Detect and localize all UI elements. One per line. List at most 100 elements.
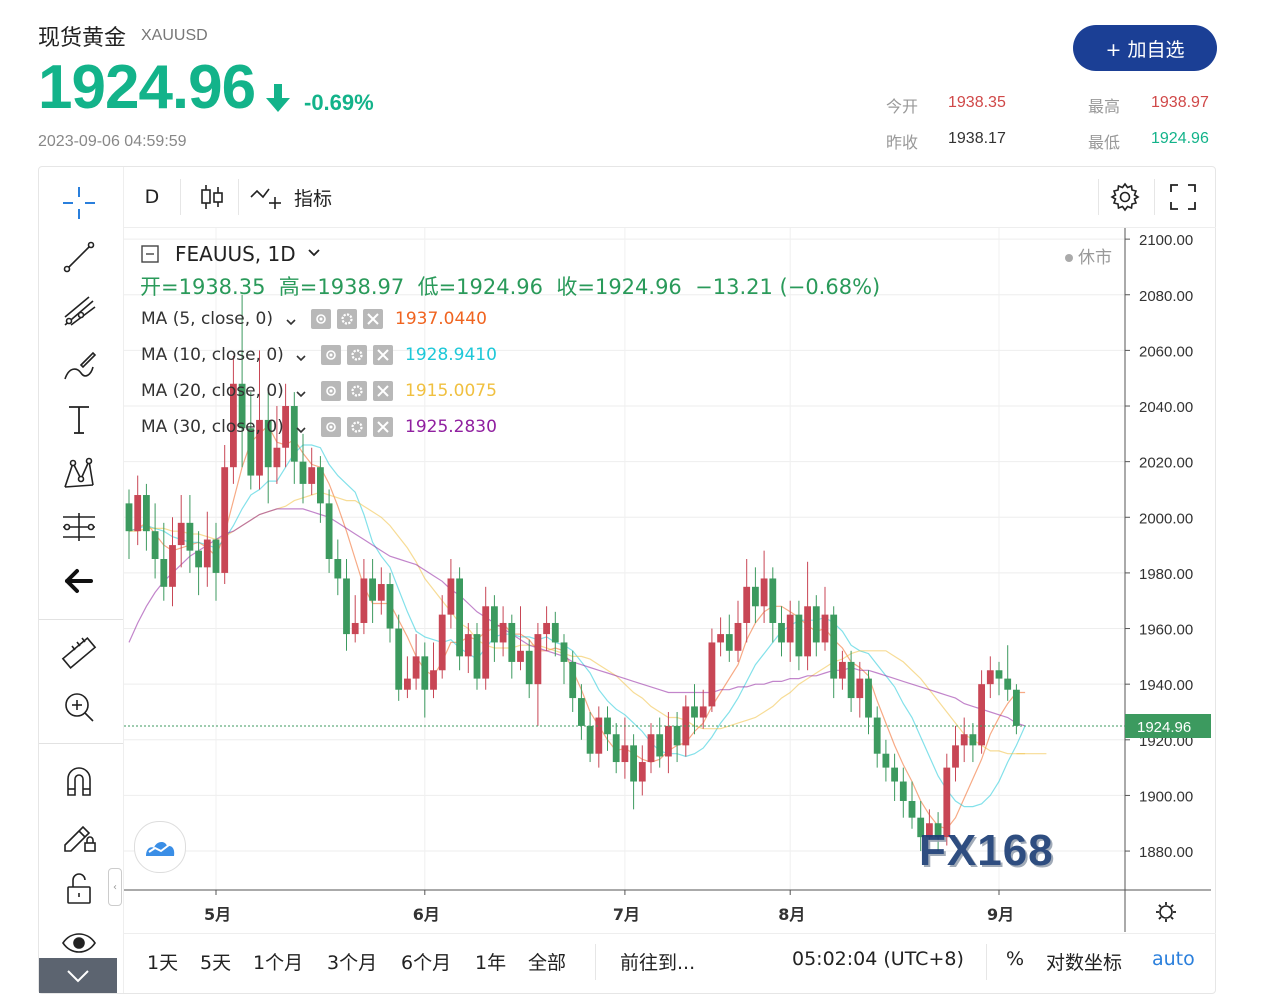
candle (717, 617, 724, 657)
candle-body (482, 606, 490, 679)
candle (508, 614, 516, 679)
goto-date-button[interactable]: 前往到... (620, 948, 695, 975)
candle-body (586, 725, 594, 754)
candle-body (177, 522, 185, 546)
back-arrow-icon[interactable] (55, 561, 103, 601)
candle (473, 622, 481, 690)
candle-body (725, 634, 733, 651)
candle (604, 706, 611, 751)
trend-line-icon[interactable] (55, 237, 103, 277)
collapse-left-icon[interactable]: ‹ (108, 868, 122, 906)
auto-scale-button[interactable]: auto (1152, 948, 1195, 970)
range-5d[interactable]: 5天 (200, 948, 231, 975)
candle-body (952, 745, 959, 768)
candle (812, 595, 820, 657)
candle (412, 634, 420, 690)
candle-body (812, 606, 820, 643)
ma-chevron-down-icon[interactable] (295, 421, 307, 440)
crosshair-icon[interactable] (55, 183, 103, 223)
chart-logo-icon[interactable] (134, 821, 186, 873)
ma-chevron-down-icon[interactable] (295, 349, 307, 368)
log-scale-button[interactable]: 对数坐标 (1046, 948, 1122, 975)
ma-remove-icon[interactable] (373, 345, 393, 369)
zoom-in-icon[interactable] (55, 687, 103, 727)
magnet-icon[interactable] (55, 761, 103, 801)
ma-visibility-icon[interactable] (321, 381, 341, 405)
pattern-icon[interactable] (55, 453, 103, 493)
fullscreen-icon[interactable] (1162, 167, 1204, 227)
ma-visibility-icon[interactable] (321, 417, 341, 441)
ma-settings-icon[interactable] (347, 381, 367, 405)
range-all[interactable]: 全部 (528, 948, 566, 975)
candle (734, 600, 742, 662)
chevron-down-icon[interactable] (39, 958, 117, 993)
axis-settings-icon-tooth (1170, 916, 1174, 920)
text-tool-icon[interactable] (55, 399, 103, 439)
ma-settings-icon[interactable] (337, 309, 357, 333)
candle-body (891, 767, 898, 782)
candle (386, 572, 394, 643)
quote-datetime: 2023-09-06 04:59:59 (38, 133, 187, 150)
candlestick-type-icon[interactable] (190, 167, 234, 227)
candle (377, 567, 385, 615)
ma-settings-icon[interactable] (347, 345, 367, 369)
range-3m[interactable]: 3个月 (327, 948, 377, 975)
add-watchlist-button[interactable]: + 加自选 (1073, 25, 1217, 71)
candle (952, 725, 959, 782)
ma-visibility-icon[interactable] (321, 345, 341, 369)
ma-label: MA (30, close, 0) (141, 417, 284, 437)
eye-icon[interactable] (55, 923, 103, 963)
candle-body (151, 531, 159, 559)
instrument-title: 现货黄金 (38, 26, 127, 51)
ma-visibility-icon[interactable] (311, 309, 331, 333)
ma-remove-icon[interactable] (373, 381, 393, 405)
candle-body (821, 614, 829, 643)
ma-value: 1937.0440 (395, 309, 487, 329)
y-tick-label: 2020.00 (1139, 455, 1193, 472)
candle (638, 745, 646, 796)
interval-selector[interactable]: D (134, 167, 170, 227)
gear-icon[interactable] (1104, 167, 1146, 227)
range-1d[interactable]: 1天 (147, 948, 178, 975)
percent-scale-button[interactable]: % (1006, 948, 1024, 970)
ma-remove-icon[interactable] (373, 417, 393, 441)
open-label: 今开 (886, 97, 919, 116)
candle-body (456, 578, 463, 657)
candle-body (986, 670, 994, 685)
candle-body (134, 495, 142, 532)
candle (1004, 645, 1012, 701)
candle-body (203, 539, 211, 568)
range-1y[interactable]: 1年 (475, 948, 506, 975)
collapse-legend-icon[interactable] (140, 244, 160, 264)
ma-remove-icon[interactable] (363, 309, 383, 333)
legend-chevron-down-icon[interactable] (307, 245, 321, 264)
candle (630, 734, 637, 810)
candle-body (691, 706, 698, 718)
candle (160, 522, 168, 601)
ma-settings-icon[interactable] (347, 417, 367, 441)
lock-drawing-icon[interactable] (55, 815, 103, 855)
ma-chevron-down-icon[interactable] (295, 385, 307, 404)
candle (708, 628, 716, 712)
projection-icon[interactable] (55, 507, 103, 547)
y-tick-label: 2000.00 (1139, 510, 1193, 527)
pitchfork-icon[interactable] (55, 291, 103, 331)
candle-body (1013, 689, 1020, 726)
candle-body (760, 578, 768, 607)
range-6m[interactable]: 6个月 (401, 948, 451, 975)
candle-body (839, 661, 846, 679)
y-tick-label: 1960.00 (1139, 622, 1193, 639)
ohlc-readout: 开=1938.35 高=1938.97 低=1924.96 收=1924.96 … (140, 275, 881, 299)
candle-body (830, 614, 838, 679)
axis-settings-icon-ring (1159, 905, 1173, 919)
candle (778, 606, 785, 657)
brush-icon[interactable] (55, 345, 103, 385)
indicators-button[interactable]: 指标 (288, 167, 338, 227)
ruler-icon[interactable] (55, 633, 103, 673)
candle-body (560, 642, 568, 662)
chart-toolbar: D 指标 (124, 167, 1216, 228)
indicators-icon[interactable] (248, 167, 284, 227)
unlock-icon[interactable] (55, 869, 103, 909)
range-1m[interactable]: 1个月 (253, 948, 303, 975)
ma-chevron-down-icon[interactable] (285, 313, 297, 332)
